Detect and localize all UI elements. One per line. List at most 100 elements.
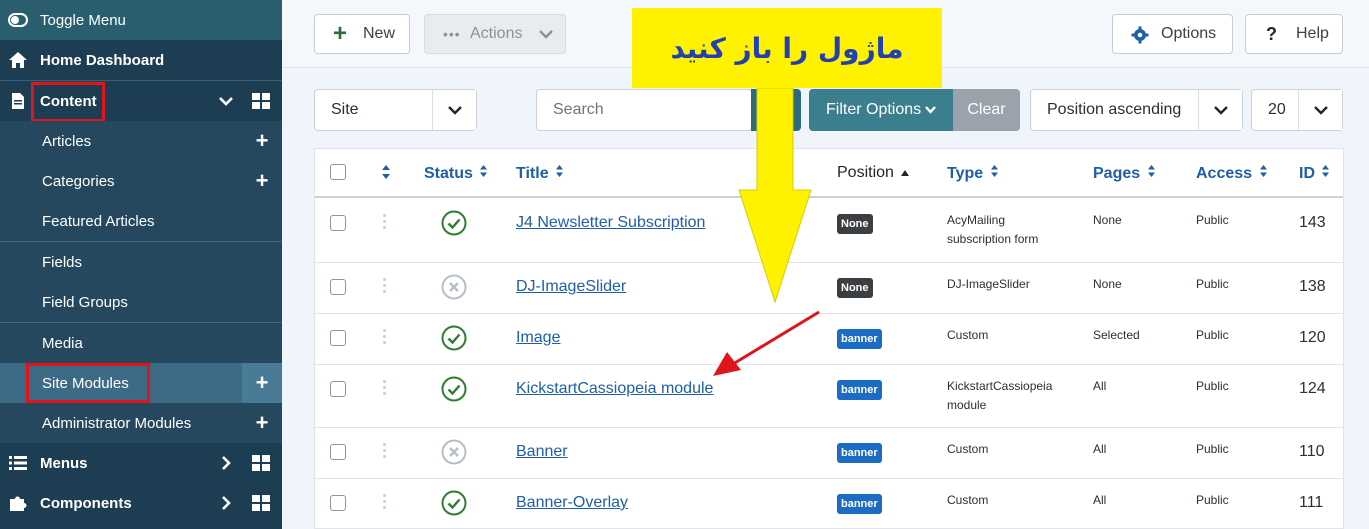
unpublished-x-icon[interactable] (441, 439, 467, 465)
dashboard-grid-icon[interactable] (252, 495, 270, 511)
filter-options-label: Filter Options (826, 101, 922, 118)
drag-handle-icon[interactable] (382, 443, 388, 459)
sidebar: Toggle Menu Home Dashboard Content Artic… (0, 0, 282, 529)
sidebar-item-articles[interactable]: Articles + (0, 121, 282, 161)
row-checkbox[interactable] (330, 215, 346, 231)
type-line: KickstartCassiopeia (947, 379, 1053, 393)
id-cell: 110 (1299, 443, 1325, 460)
dashboard-grid-icon[interactable] (252, 93, 270, 109)
sidebar-item-label: Field Groups (42, 293, 128, 311)
published-check-icon[interactable] (441, 376, 467, 402)
module-title-link[interactable]: DJ-ImageSlider (516, 278, 626, 296)
row-checkbox[interactable] (330, 444, 346, 460)
row-checkbox[interactable] (330, 381, 346, 397)
add-site-module-button[interactable]: + (252, 372, 272, 394)
yellow-down-arrow-icon (738, 88, 812, 304)
sort-icon[interactable] (381, 164, 391, 185)
actions-button[interactable]: ••• Actions (424, 14, 566, 54)
drag-handle-icon[interactable] (382, 278, 388, 294)
chevron-down-icon[interactable] (216, 91, 236, 111)
column-header-label: Type (947, 165, 984, 182)
column-header-id[interactable]: ID (1299, 164, 1330, 183)
type-line: AcyMailing (947, 213, 1006, 227)
sidebar-item-fields[interactable]: Fields (0, 242, 282, 282)
module-title-link[interactable]: Banner (516, 443, 568, 461)
sidebar-item-menus[interactable]: Menus (0, 443, 282, 483)
sidebar-item-media[interactable]: Media (0, 323, 282, 363)
new-button-label: New (363, 25, 396, 42)
sidebar-item-home-dashboard[interactable]: Home Dashboard (0, 40, 282, 80)
column-header-pages[interactable]: Pages (1093, 164, 1156, 183)
position-badge: None (837, 278, 873, 298)
add-admin-module-button[interactable]: + (252, 412, 272, 434)
sidebar-item-categories[interactable]: Categories + (0, 161, 282, 201)
drag-handle-icon[interactable] (382, 380, 388, 396)
sidebar-item-label: Featured Articles (42, 212, 155, 230)
search-input[interactable]: Search (536, 89, 752, 131)
caret-down-icon (925, 102, 937, 120)
ordering-select-value: Position ascending (1047, 101, 1182, 118)
ordering-select[interactable]: Position ascending (1030, 89, 1243, 131)
chevron-down-icon (432, 90, 476, 130)
row-checkbox[interactable] (330, 279, 346, 295)
drag-handle-icon[interactable] (382, 494, 388, 510)
chevron-down-icon (537, 25, 555, 48)
help-button-label: Help (1296, 25, 1329, 42)
sort-icon (1322, 165, 1330, 177)
options-button[interactable]: Options (1112, 14, 1233, 54)
client-select[interactable]: Site (314, 89, 477, 131)
dashboard-grid-icon[interactable] (252, 455, 270, 471)
module-title-link[interactable]: J4 Newsletter Subscription (516, 214, 705, 232)
sidebar-item-field-groups[interactable]: Field Groups (0, 282, 282, 322)
sidebar-item-label: Menus (40, 454, 88, 472)
toggle-menu-button[interactable]: Toggle Menu (0, 0, 282, 40)
select-all-checkbox[interactable] (330, 164, 346, 180)
unpublished-x-icon[interactable] (441, 274, 467, 300)
column-header-status[interactable]: Status (424, 164, 488, 183)
sidebar-item-label: Home Dashboard (40, 51, 165, 69)
module-title-link[interactable]: KickstartCassiopeia module (516, 380, 713, 398)
list-icon (8, 453, 28, 473)
chevron-right-icon[interactable] (216, 453, 236, 473)
column-header-label: Access (1196, 165, 1253, 182)
access-cell: Public (1196, 493, 1229, 507)
sidebar-item-administrator-modules[interactable]: Administrator Modules + (0, 403, 282, 443)
id-cell: 124 (1299, 380, 1326, 397)
sort-icon (556, 165, 564, 177)
published-check-icon[interactable] (441, 325, 467, 351)
column-header-type[interactable]: Type (947, 164, 999, 183)
clear-button[interactable]: Clear (953, 89, 1020, 131)
limit-select[interactable]: 20 (1251, 89, 1343, 131)
position-badge: banner (837, 494, 882, 514)
row-checkbox[interactable] (330, 495, 346, 511)
sidebar-item-components[interactable]: Components (0, 483, 282, 523)
filter-options-button[interactable]: Filter Options (809, 89, 953, 131)
drag-handle-icon[interactable] (382, 329, 388, 345)
drag-handle-icon[interactable] (382, 214, 388, 230)
published-check-icon[interactable] (441, 490, 467, 516)
add-article-button[interactable]: + (252, 130, 272, 152)
question-icon: ? (1266, 23, 1277, 44)
add-category-button[interactable]: + (252, 170, 272, 192)
access-cell: Public (1196, 277, 1229, 291)
new-button[interactable]: + New (314, 14, 410, 54)
pages-cell: None (1093, 213, 1122, 227)
help-button[interactable]: ? Help (1245, 14, 1343, 54)
column-header-position[interactable]: Position (837, 164, 910, 182)
sidebar-item-featured-articles[interactable]: Featured Articles (0, 201, 282, 241)
position-badge: None (837, 214, 873, 234)
chevron-right-icon[interactable] (216, 493, 236, 513)
module-title-link[interactable]: Banner-Overlay (516, 494, 628, 512)
type-line: subscription form (947, 232, 1039, 246)
highlight-box-content (31, 82, 105, 122)
published-check-icon[interactable] (441, 210, 467, 236)
column-header-title[interactable]: Title (516, 164, 564, 183)
puzzle-icon (8, 493, 28, 513)
row-checkbox[interactable] (330, 330, 346, 346)
pages-cell: All (1093, 442, 1107, 456)
module-title-link[interactable]: Image (516, 329, 560, 347)
home-icon (8, 50, 28, 70)
sidebar-item-label: Media (42, 334, 83, 352)
column-header-access[interactable]: Access (1196, 164, 1268, 183)
id-cell: 143 (1299, 214, 1326, 231)
